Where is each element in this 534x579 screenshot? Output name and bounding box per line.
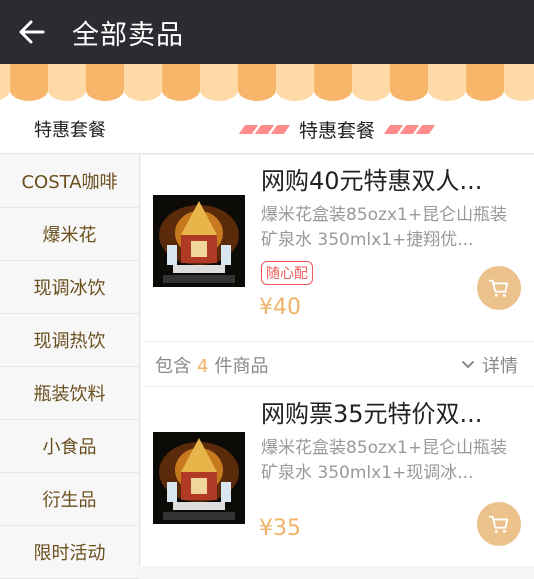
sidebar-item-popcorn[interactable]: 爆米花 bbox=[0, 208, 139, 261]
product-image[interactable] bbox=[153, 195, 245, 287]
category-section-title: 特惠套餐 bbox=[140, 104, 534, 154]
page-title: 全部卖品 bbox=[72, 19, 184, 51]
cart-icon bbox=[488, 279, 509, 297]
product-image[interactable] bbox=[153, 432, 245, 524]
product-price: ¥35 bbox=[259, 516, 301, 541]
add-to-cart-button[interactable] bbox=[477, 266, 521, 310]
category-left-label: 特惠套餐 bbox=[34, 120, 106, 141]
cart-icon bbox=[488, 515, 509, 533]
sidebar-item-cold-drinks[interactable]: 现调冰饮 bbox=[0, 261, 139, 314]
product-description: 爆米花盒装85ozx1+昆仑山瓶装矿泉水 350mlx1+捷翔优... bbox=[261, 205, 508, 250]
chevron-down-icon bbox=[462, 361, 474, 369]
category-sidebar: COSTA咖啡 爆米花 现调冰饮 现调热饮 瓶装饮料 小食品 衍生品 限时活动 bbox=[0, 155, 140, 579]
product-description: 爆米花盒装85ozx1+昆仑山瓶装矿泉水 350mlx1+现调冰... bbox=[261, 438, 508, 483]
product-list: 网购40元特惠双人... 爆米花盒装85ozx1+昆仑山瓶装矿泉水 350mlx… bbox=[141, 155, 534, 566]
add-to-cart-button[interactable] bbox=[477, 502, 521, 546]
sidebar-item-snacks[interactable]: 小食品 bbox=[0, 420, 139, 473]
sidebar-item-hot-drinks[interactable]: 现调热饮 bbox=[0, 314, 139, 367]
sidebar-item-costa[interactable]: COSTA咖啡 bbox=[0, 155, 139, 208]
sidebar-item-limited-events[interactable]: 限时活动 bbox=[0, 526, 139, 579]
product-card[interactable]: 网购40元特惠双人... 爆米花盒装85ozx1+昆仑山瓶装矿泉水 350mlx… bbox=[141, 155, 534, 387]
sidebar-item-merchandise[interactable]: 衍生品 bbox=[0, 473, 139, 526]
stripe-decoration-right bbox=[383, 124, 436, 134]
product-card[interactable]: 网购票35元特价双... 爆米花盒装85ozx1+昆仑山瓶装矿泉水 350mlx… bbox=[141, 388, 534, 566]
app-header: 全部卖品 bbox=[0, 0, 534, 64]
sidebar-item-bottled-drinks[interactable]: 瓶装饮料 bbox=[0, 367, 139, 420]
arrow-left-icon bbox=[19, 20, 45, 44]
package-summary-row[interactable]: 包含 4 件商品 详情 bbox=[141, 341, 534, 387]
category-center-label: 特惠套餐 bbox=[298, 119, 375, 142]
product-title: 网购票35元特价双... bbox=[261, 400, 483, 428]
product-title: 网购40元特惠双人... bbox=[261, 167, 483, 195]
category-header: 特惠套餐 特惠套餐 bbox=[0, 104, 534, 154]
details-toggle[interactable]: 详情 bbox=[460, 352, 518, 378]
back-button[interactable] bbox=[0, 0, 64, 64]
package-item-count: 包含 4 件商品 bbox=[155, 356, 269, 377]
stripe-decoration-left bbox=[238, 124, 291, 134]
product-tag: 随心配 bbox=[261, 261, 313, 285]
product-price: ¥40 bbox=[259, 295, 301, 320]
awning-decoration bbox=[0, 64, 534, 104]
